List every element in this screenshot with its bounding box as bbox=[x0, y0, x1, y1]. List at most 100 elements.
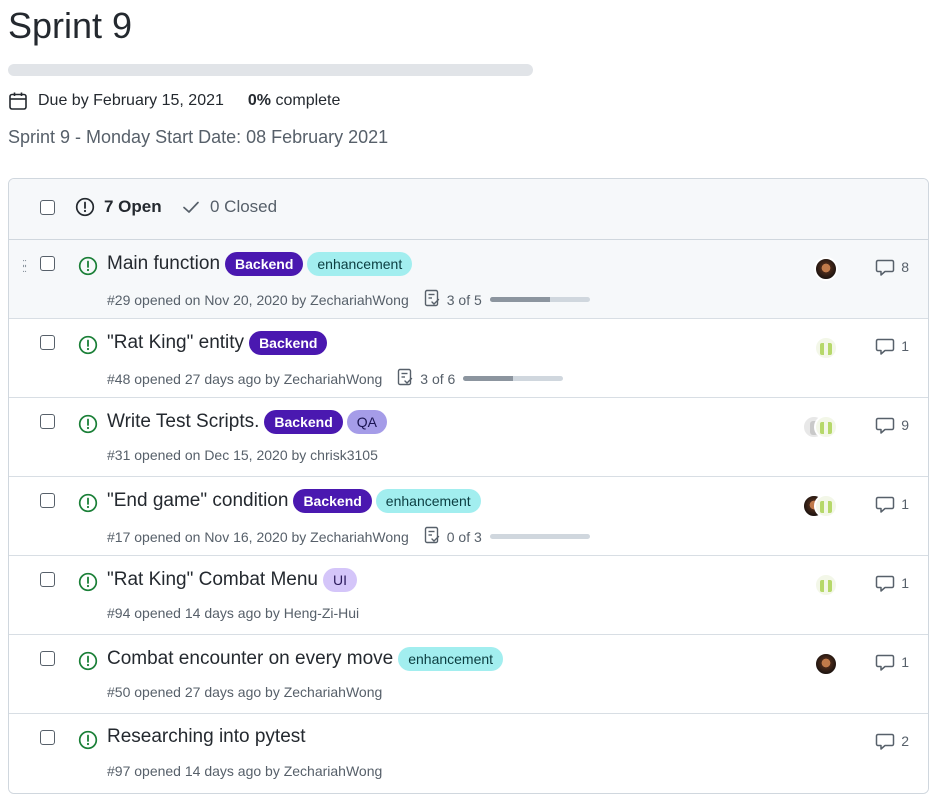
issue-title-link[interactable]: "End game" condition bbox=[107, 490, 288, 512]
issue-opened-info: #29 opened on Nov 20, 2020 by ZechariahW… bbox=[107, 291, 409, 308]
issue-opened-info: #50 opened 27 days ago by ZechariahWong bbox=[107, 684, 383, 700]
avatar[interactable] bbox=[814, 257, 838, 281]
issue-row[interactable]: "Rat King" Combat Menu UI #94 opened 14 da… bbox=[9, 556, 928, 635]
issue-opened-info: #97 opened 14 days ago by ZechariahWong bbox=[107, 763, 383, 779]
issue-row[interactable]: Write Test Scripts. Backend QA #31 opened o… bbox=[9, 398, 928, 477]
label-enhancement[interactable]: enhancement bbox=[307, 252, 413, 276]
assignees bbox=[814, 336, 838, 360]
comment-icon bbox=[875, 652, 901, 672]
percent-suffix: complete bbox=[271, 92, 341, 109]
assignees bbox=[802, 415, 838, 439]
comments-link[interactable]: 8 bbox=[875, 257, 909, 277]
avatar[interactable] bbox=[814, 494, 838, 518]
issue-meta: #97 opened 14 days ago by ZechariahWong bbox=[107, 763, 382, 779]
issue-title-link[interactable]: Combat encounter on every move bbox=[107, 648, 393, 670]
label-backend[interactable]: Backend bbox=[293, 489, 372, 513]
task-count: 3 of 6 bbox=[420, 370, 456, 387]
issue-title-link[interactable]: "Rat King" entity bbox=[107, 332, 244, 354]
milestone-meta: Due by February 15, 2021 0% complete bbox=[8, 89, 340, 113]
label-backend[interactable]: Backend bbox=[225, 252, 304, 276]
issue-checkbox[interactable] bbox=[40, 335, 55, 350]
label-qa[interactable]: QA bbox=[346, 410, 387, 434]
task-progress-bar bbox=[489, 297, 590, 302]
issue-title-link[interactable]: Main function bbox=[107, 253, 220, 275]
task-progress-bar bbox=[463, 376, 564, 381]
comments-link[interactable]: 1 bbox=[875, 573, 909, 593]
open-issues-tab[interactable]: 7 Open bbox=[75, 197, 162, 217]
drag-handle-icon[interactable]: :::: bbox=[22, 258, 30, 275]
label-enhancement[interactable]: enhancement bbox=[375, 489, 481, 513]
task-list-icon bbox=[423, 289, 447, 310]
comment-icon bbox=[875, 336, 901, 356]
milestone-description: Sprint 9 - Monday Start Date: 08 Februar… bbox=[8, 127, 389, 147]
issue-row[interactable]: :::: Main function Backend enhancement#29 o… bbox=[9, 240, 928, 319]
percent-value: 0% bbox=[247, 92, 272, 109]
task-progress-fill bbox=[463, 376, 514, 381]
issue-row[interactable]: "End game" condition Backend enhancement #1… bbox=[9, 477, 928, 556]
comment-count: 1 bbox=[901, 654, 909, 670]
issue-row[interactable]: "Rat King" entity Backend #48 opened 27 da… bbox=[9, 319, 928, 398]
issue-title-line: "Rat King" Combat Menu UI bbox=[107, 568, 361, 592]
closed-count-label: 0 Closed bbox=[210, 197, 278, 216]
avatar[interactable] bbox=[814, 415, 838, 439]
issue-title-line: Main function Backend enhancement bbox=[107, 252, 416, 276]
issue-meta: #48 opened 27 days ago by ZechariahWong 3… bbox=[107, 368, 564, 389]
issue-checkbox[interactable] bbox=[40, 572, 55, 587]
comment-count: 9 bbox=[901, 417, 909, 433]
issue-checkbox[interactable] bbox=[40, 493, 55, 508]
assignees bbox=[814, 257, 838, 281]
issue-open-icon bbox=[78, 651, 98, 676]
avatar[interactable] bbox=[814, 573, 838, 597]
comments-link[interactable]: 1 bbox=[875, 336, 909, 356]
issue-open-icon bbox=[75, 197, 95, 217]
issue-opened-info: #48 opened 27 days ago by ZechariahWong bbox=[107, 370, 383, 387]
issue-title-line: Combat encounter on every move enhancemen… bbox=[107, 647, 507, 671]
issue-title-link[interactable]: Write Test Scripts. bbox=[107, 411, 259, 433]
label-ui[interactable]: UI bbox=[322, 568, 357, 592]
comment-count: 2 bbox=[901, 733, 909, 749]
issue-title-line: "Rat King" entity Backend bbox=[107, 331, 331, 355]
comments-link[interactable]: 9 bbox=[875, 415, 909, 435]
avatar[interactable] bbox=[814, 336, 838, 360]
issue-checkbox[interactable] bbox=[40, 730, 55, 745]
closed-issues-tab[interactable]: 0 Closed bbox=[181, 197, 277, 217]
issue-title-line: "End game" condition Backend enhancement bbox=[107, 489, 485, 513]
comments-link[interactable]: 1 bbox=[875, 652, 909, 672]
issue-title-link[interactable]: "Rat King" Combat Menu bbox=[107, 569, 318, 591]
calendar-icon bbox=[8, 91, 28, 111]
issue-meta: #31 opened on Dec 15, 2020 by chrisk3105 bbox=[107, 447, 378, 463]
comments-link[interactable]: 2 bbox=[875, 731, 909, 751]
task-list-icon bbox=[423, 526, 447, 547]
label-backend[interactable]: Backend bbox=[264, 410, 343, 434]
comment-icon bbox=[875, 494, 901, 514]
issue-row[interactable]: Combat encounter on every move enhancemen… bbox=[9, 635, 928, 714]
assignees bbox=[814, 652, 838, 676]
comments-link[interactable]: 1 bbox=[875, 494, 909, 514]
task-count: 3 of 5 bbox=[446, 291, 482, 308]
comment-count: 1 bbox=[901, 575, 909, 591]
avatar[interactable] bbox=[814, 652, 838, 676]
issue-opened-info: #31 opened on Dec 15, 2020 by chrisk3105 bbox=[107, 447, 378, 463]
comment-icon bbox=[875, 415, 901, 435]
issue-checkbox[interactable] bbox=[40, 256, 55, 271]
milestone-title: Sprint 9 bbox=[8, 5, 133, 46]
issue-rows: :::: Main function Backend enhancement #29 o… bbox=[9, 240, 928, 793]
label-enhancement[interactable]: enhancement bbox=[398, 647, 504, 671]
select-all-checkbox[interactable] bbox=[40, 200, 55, 215]
issue-open-icon bbox=[78, 414, 98, 439]
issue-checkbox[interactable] bbox=[40, 651, 55, 666]
comment-count: 1 bbox=[901, 496, 909, 512]
issue-meta: #17 opened on Nov 16, 2020 by ZechariahW… bbox=[107, 526, 590, 547]
issue-list: 7 Open 0 Closed :::: Main function Backend… bbox=[8, 178, 929, 794]
issue-title-line: Researching into pytest bbox=[107, 726, 311, 748]
task-progress-fill bbox=[489, 297, 550, 302]
issue-open-icon bbox=[78, 493, 98, 518]
task-progress: 0 of 3 bbox=[423, 526, 590, 547]
task-progress: 3 of 5 bbox=[423, 289, 590, 310]
task-progress-bar bbox=[489, 534, 590, 539]
issue-row[interactable]: Researching into pytest #97 opened 14 day… bbox=[9, 714, 928, 793]
issue-open-icon bbox=[78, 572, 98, 597]
issue-title-link[interactable]: Researching into pytest bbox=[107, 726, 306, 748]
issue-checkbox[interactable] bbox=[40, 414, 55, 429]
label-backend[interactable]: Backend bbox=[249, 331, 328, 355]
